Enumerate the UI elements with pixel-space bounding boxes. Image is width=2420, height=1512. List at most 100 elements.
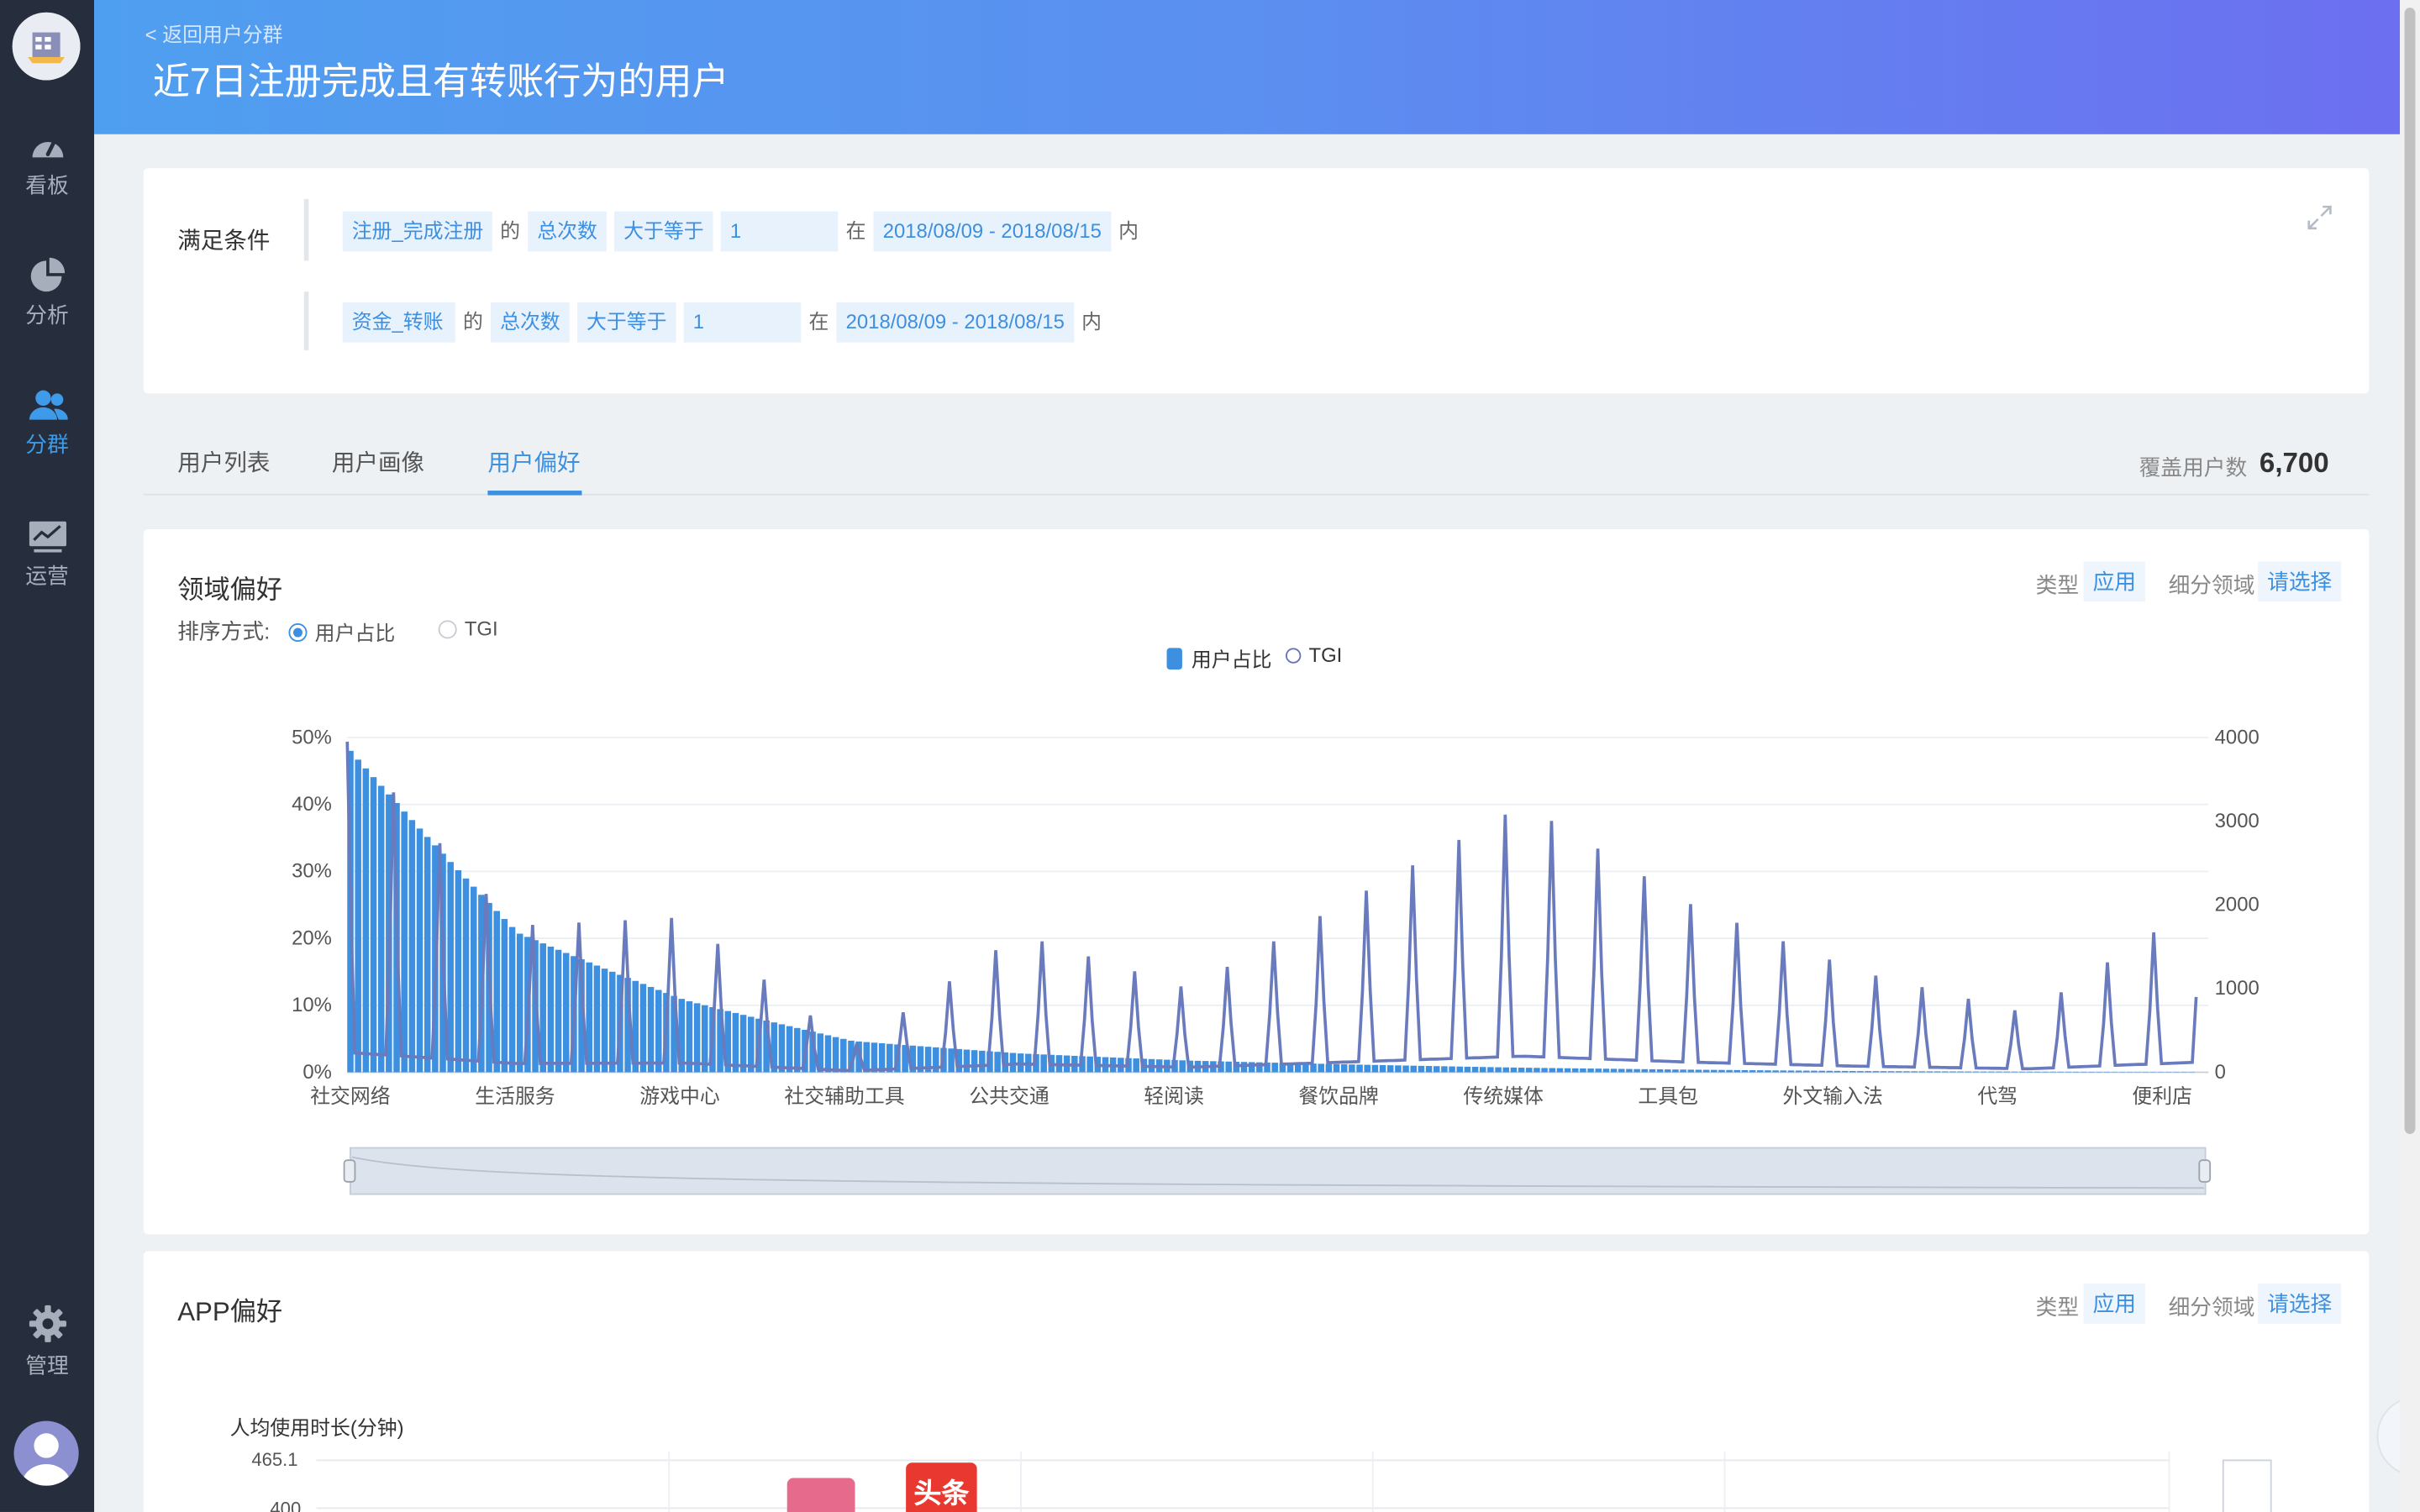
user-share-bar <box>693 1003 701 1073</box>
left-axis-tick-label: 50% <box>292 726 332 748</box>
user-share-bar <box>1456 1066 1463 1073</box>
left-axis-tick-label: 30% <box>292 860 332 883</box>
user-share-bar <box>794 1027 801 1073</box>
x-axis-tick-label: 代驾 <box>1977 1085 2018 1108</box>
user-share-bar <box>1988 1071 1995 1073</box>
user-share-bar <box>1872 1071 1880 1073</box>
user-share-bar <box>1572 1068 1579 1073</box>
user-share-bar <box>686 1001 693 1073</box>
x-axis-tick-label: 传统媒体 <box>1463 1085 1544 1108</box>
user-share-bar <box>1133 1058 1139 1073</box>
right-axis-tick-label: 1000 <box>2215 977 2260 1000</box>
user-share-bar <box>2042 1071 2049 1073</box>
left-axis-tick-label: 0% <box>302 1061 331 1084</box>
user-share-bar <box>832 1037 839 1073</box>
user-share-bar <box>1564 1068 1571 1073</box>
user-share-bar <box>1996 1071 2002 1073</box>
user-share-bar <box>1903 1071 1910 1073</box>
type-select[interactable]: 应用 <box>2083 1284 2146 1324</box>
toutiao-app-icon[interactable]: 头条 <box>906 1462 977 1512</box>
user-share-bar <box>1880 1071 1887 1073</box>
user-share-bar <box>2081 1071 2087 1073</box>
x-axis-tick-label: 社交辅助工具 <box>784 1085 904 1108</box>
user-share-bar <box>778 1024 786 1073</box>
user-share-bar <box>1818 1070 1825 1073</box>
left-axis-tick-label: 10% <box>292 994 332 1016</box>
user-share-bar <box>1410 1065 1417 1073</box>
app-chart-scroll-handle[interactable] <box>2222 1459 2272 1512</box>
page-scrollbar[interactable] <box>2400 0 2420 1512</box>
x-axis-tick-label: 轻阅读 <box>1144 1085 1204 1108</box>
user-share-bar <box>739 1015 747 1073</box>
user-share-bar <box>1933 1071 1941 1073</box>
tgi-line-series <box>345 741 2198 1073</box>
user-share-bar <box>1733 1069 1741 1073</box>
page-scrollbar-thumb[interactable] <box>2404 8 2416 1134</box>
user-share-bar <box>1510 1067 1518 1073</box>
user-share-bar <box>508 927 516 1073</box>
pink-app-icon[interactable] <box>786 1478 855 1512</box>
user-share-bar <box>408 820 416 1073</box>
user-share-bar <box>1556 1068 1564 1073</box>
user-share-bar <box>2018 1071 2026 1073</box>
user-share-bar <box>1795 1070 1802 1073</box>
user-share-bar <box>516 933 523 1073</box>
user-share-bar <box>1441 1066 1448 1073</box>
user-share-bar <box>1040 1054 1047 1073</box>
x-axis-tick-label: 公共交通 <box>969 1085 1050 1108</box>
user-share-bar <box>455 870 462 1073</box>
user-share-bar <box>1364 1064 1370 1073</box>
user-share-bar <box>401 811 408 1073</box>
user-share-bar <box>593 965 601 1073</box>
user-share-bar <box>1356 1064 1363 1073</box>
user-share-bar <box>470 886 477 1073</box>
user-share-bar <box>1695 1069 1702 1073</box>
app-preference-card: APP偏好 类型 应用 细分领域 请选择 人均使用时长(分钟) 465.1 40… <box>143 1251 2370 1512</box>
user-share-bar <box>1433 1066 1440 1073</box>
user-share-bar <box>1495 1067 1502 1073</box>
subdomain-select[interactable]: 请选择 <box>2258 1284 2342 1324</box>
user-share-bar <box>1086 1056 1093 1073</box>
user-share-bar <box>1980 1071 1987 1073</box>
app-chart-y-tick: 465.1 <box>251 1448 298 1471</box>
user-share-bar <box>1425 1066 1433 1073</box>
user-share-bar <box>1849 1071 1856 1073</box>
user-share-bar <box>1386 1065 1394 1073</box>
app-chart-vline <box>1371 1452 1374 1512</box>
app-root: 看板 分析 分群 运营 管理 < 返回用户分群 近7日注册完成且有转账行为的用户… <box>0 0 2420 1512</box>
user-share-bar <box>362 768 370 1073</box>
user-share-bar <box>1687 1069 1695 1073</box>
user-share-bar <box>1972 1071 1980 1073</box>
user-share-bar <box>1780 1070 1787 1073</box>
user-share-bar <box>1641 1068 1649 1073</box>
user-share-bar <box>1672 1069 1679 1073</box>
user-share-bar <box>1741 1069 1749 1073</box>
user-share-bar <box>639 984 647 1073</box>
user-share-bar <box>1379 1064 1386 1073</box>
user-share-bar <box>1949 1071 1956 1073</box>
user-share-bar <box>655 990 662 1073</box>
user-share-bar <box>2057 1071 2065 1073</box>
user-share-bar <box>1887 1071 1895 1073</box>
user-share-bar <box>840 1038 847 1073</box>
zoom-slider-left-handle[interactable] <box>343 1159 356 1183</box>
zoom-slider-right-handle[interactable] <box>2198 1159 2212 1183</box>
user-share-bar <box>2034 1071 2041 1073</box>
app-chart-y-tick: 400 <box>270 1498 302 1512</box>
user-share-bar <box>501 919 508 1073</box>
user-share-bar <box>1841 1070 1849 1073</box>
user-share-bar <box>2003 1071 2010 1073</box>
subdomain-label: 细分领域 <box>2168 1294 2255 1320</box>
user-share-bar <box>1580 1068 1586 1073</box>
user-share-bar <box>416 828 424 1073</box>
user-share-bar <box>1680 1069 1686 1073</box>
user-share-bar <box>732 1012 739 1073</box>
user-share-bar <box>1918 1071 1926 1073</box>
app-chart-gridline <box>316 1459 2169 1462</box>
user-share-bar <box>1649 1068 1656 1073</box>
user-share-bar <box>1957 1071 1964 1073</box>
user-share-bar <box>1487 1067 1494 1073</box>
user-share-bar <box>1502 1067 1510 1073</box>
user-share-bar <box>608 971 616 1073</box>
user-share-bar <box>1464 1066 1471 1073</box>
